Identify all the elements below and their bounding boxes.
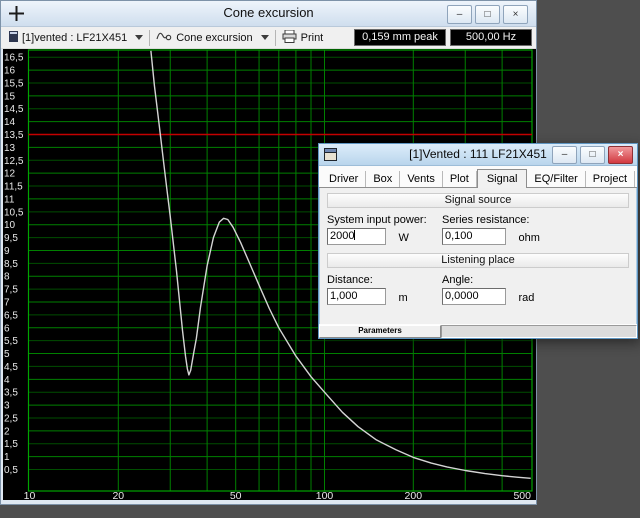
svg-text:10: 10 — [4, 220, 16, 231]
svg-text:12,5: 12,5 — [4, 156, 24, 167]
tab-plot[interactable]: Plot — [443, 171, 477, 187]
series-resistance-label: Series resistance: — [442, 214, 629, 226]
svg-text:20: 20 — [112, 490, 124, 500]
toolbar-separator — [149, 30, 150, 46]
system-input-power-field: System input power: 2000 W — [327, 211, 442, 246]
text-caret — [354, 230, 355, 240]
svg-text:8,5: 8,5 — [4, 259, 18, 270]
signal-source-header: Signal source — [327, 193, 629, 208]
svg-text:10: 10 — [24, 490, 36, 500]
svg-text:15,5: 15,5 — [4, 78, 24, 89]
svg-text:6,5: 6,5 — [4, 310, 18, 321]
svg-text:12: 12 — [4, 169, 16, 180]
angle-input[interactable]: 0,0000 — [442, 288, 506, 305]
tab-signal[interactable]: Signal — [477, 169, 528, 188]
svg-text:4,5: 4,5 — [4, 362, 18, 373]
svg-text:2: 2 — [4, 426, 10, 437]
parameters-tab[interactable]: Parameters — [319, 325, 441, 338]
print-label: Print — [301, 32, 324, 44]
angle-field: Angle: 0,0000 rad — [442, 271, 629, 306]
watt-unit-label: W — [398, 232, 408, 244]
chevron-down-icon — [135, 35, 143, 40]
minimize-button[interactable]: – — [447, 5, 472, 24]
graph-selector-label: Cone excursion — [176, 32, 252, 44]
chevron-down-icon — [261, 35, 269, 40]
series-resistance-input[interactable]: 0,100 — [442, 228, 506, 245]
toolbar: [1]vented : LF21X451 Cone excursion — [1, 27, 536, 49]
svg-text:4: 4 — [4, 375, 10, 386]
print-button[interactable]: Print — [278, 29, 328, 47]
dialog-status-bar: Parameters — [319, 324, 637, 338]
close-button[interactable]: × — [503, 5, 528, 24]
maximize-button[interactable]: □ — [475, 5, 500, 24]
svg-text:50: 50 — [230, 490, 242, 500]
dialog-minimize-button[interactable]: – — [552, 146, 577, 164]
svg-text:5: 5 — [4, 349, 10, 360]
svg-text:7: 7 — [4, 298, 10, 309]
svg-text:7,5: 7,5 — [4, 285, 18, 296]
title-bar[interactable]: Cone excursion – □ × — [1, 1, 536, 27]
svg-text:9,5: 9,5 — [4, 233, 18, 244]
vented-box-dialog: [1]Vented : 111 LF21X451 – □ × Driver Bo… — [318, 143, 638, 339]
project-icon — [9, 31, 18, 45]
svg-text:8: 8 — [4, 272, 10, 283]
series-resistance-field: Series resistance: 0,100 ohm — [442, 211, 629, 246]
svg-text:11: 11 — [4, 194, 15, 205]
svg-text:11,5: 11,5 — [4, 182, 23, 193]
frequency-readout: 500,00 Hz — [450, 29, 532, 46]
meter-unit-label: m — [398, 292, 407, 304]
angle-label: Angle: — [442, 274, 629, 286]
dialog-title-bar[interactable]: [1]Vented : 111 LF21X451 – □ × — [319, 144, 637, 166]
dialog-tab-bar: Driver Box Vents Plot Signal EQ/Filter P… — [319, 166, 637, 188]
project-selector[interactable]: [1]vented : LF21X451 — [5, 29, 147, 47]
svg-text:500: 500 — [513, 490, 531, 500]
signal-tab-panel: Signal source System input power: 2000 W… — [319, 188, 637, 319]
toolbar-separator — [275, 30, 276, 46]
distance-label: Distance: — [327, 274, 442, 286]
svg-text:3,5: 3,5 — [4, 388, 18, 399]
rad-unit-label: rad — [518, 292, 534, 304]
excursion-readout: 0,159 mm peak — [354, 29, 446, 46]
svg-text:1: 1 — [4, 452, 10, 463]
dialog-close-button[interactable]: × — [608, 146, 633, 164]
svg-text:200: 200 — [405, 490, 423, 500]
ohm-unit-label: ohm — [518, 232, 539, 244]
graph-selector[interactable]: Cone excursion — [152, 29, 272, 47]
tab-driver[interactable]: Driver — [322, 171, 366, 187]
status-bar-filler — [441, 325, 637, 338]
svg-text:1,5: 1,5 — [4, 439, 18, 450]
svg-text:100: 100 — [316, 490, 334, 500]
system-input-power-input[interactable]: 2000 — [327, 228, 386, 245]
project-selector-label: [1]vented : LF21X451 — [22, 32, 127, 44]
svg-text:6: 6 — [4, 323, 10, 334]
printer-icon — [282, 30, 297, 46]
svg-text:14,5: 14,5 — [4, 104, 24, 115]
tab-eq-filter[interactable]: EQ/Filter — [527, 171, 585, 187]
svg-text:14: 14 — [4, 117, 16, 128]
svg-text:13: 13 — [4, 143, 16, 154]
svg-text:15: 15 — [4, 91, 16, 102]
tab-box[interactable]: Box — [366, 171, 400, 187]
waveform-icon — [156, 30, 172, 45]
window-bottom-edge — [1, 500, 536, 506]
tab-vents[interactable]: Vents — [400, 171, 443, 187]
system-input-power-label: System input power: — [327, 214, 442, 226]
svg-text:0,5: 0,5 — [4, 465, 18, 476]
distance-input[interactable]: 1,000 — [327, 288, 386, 305]
listening-place-header: Listening place — [327, 253, 629, 268]
svg-text:3: 3 — [4, 401, 10, 412]
svg-text:16,5: 16,5 — [4, 53, 24, 64]
svg-text:10,5: 10,5 — [4, 207, 24, 218]
svg-text:13,5: 13,5 — [4, 130, 24, 141]
distance-field: Distance: 1,000 m — [327, 271, 442, 306]
svg-text:9: 9 — [4, 246, 10, 257]
svg-text:2,5: 2,5 — [4, 413, 18, 424]
dialog-maximize-button[interactable]: □ — [580, 146, 605, 164]
svg-text:16: 16 — [4, 66, 16, 77]
svg-text:5,5: 5,5 — [4, 336, 18, 347]
tab-project[interactable]: Project — [586, 171, 635, 187]
